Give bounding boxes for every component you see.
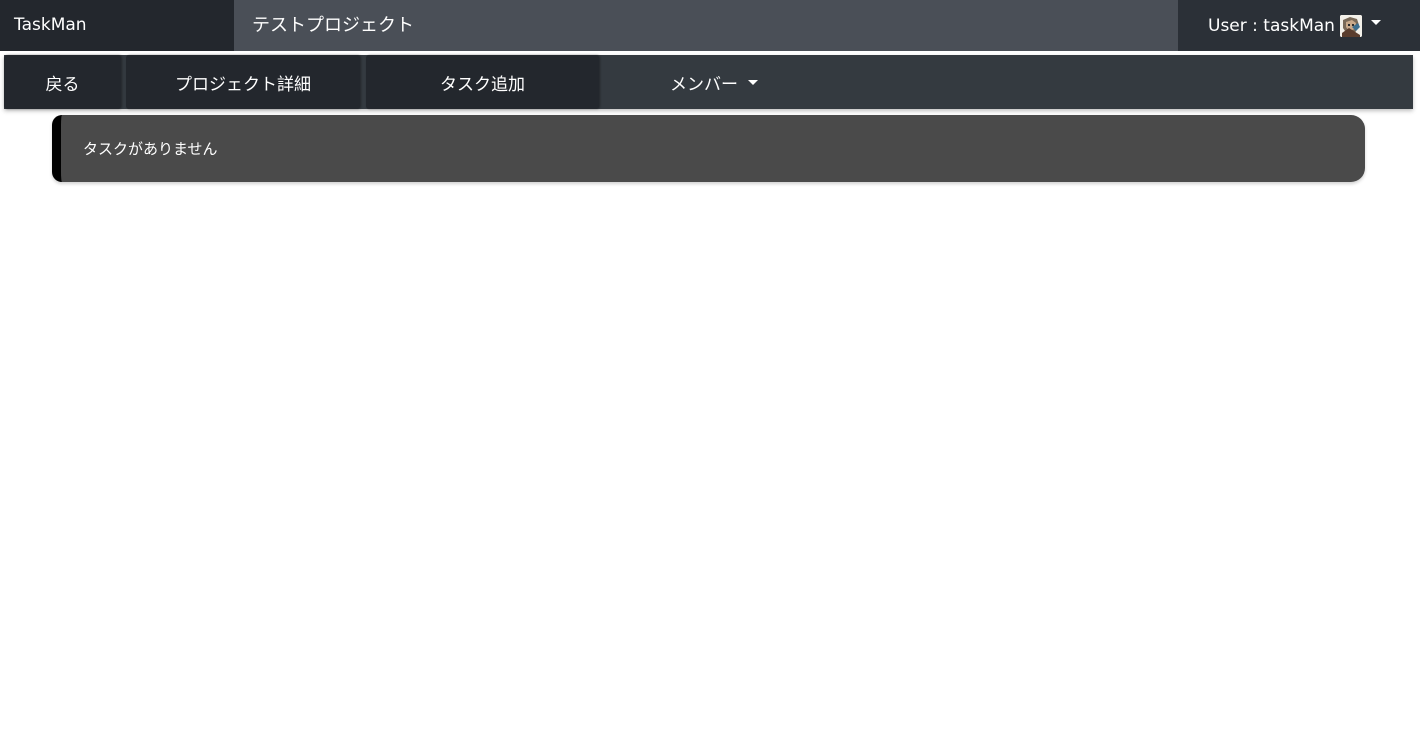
app-brand[interactable]: TaskMan — [0, 0, 234, 51]
user-menu-toggle[interactable]: User : taskMan — [1178, 0, 1420, 51]
project-detail-button[interactable]: プロジェクト詳細 — [126, 55, 360, 109]
top-navbar: TaskMan テストプロジェクト User : taskMan — [0, 0, 1420, 51]
project-subnav: 戻る プロジェクト詳細 タスク追加 メンバー — [4, 55, 1413, 109]
project-title: テストプロジェクト — [234, 0, 1178, 51]
add-task-button[interactable]: タスク追加 — [366, 55, 599, 109]
empty-task-message: タスクがありません — [83, 140, 218, 158]
caret-down-icon — [1370, 20, 1381, 25]
members-dropdown-button[interactable]: メンバー — [599, 55, 829, 109]
avatar-icon — [1339, 14, 1362, 37]
empty-task-alert: タスクがありません — [52, 115, 1365, 182]
user-label: User : taskMan — [1208, 15, 1335, 36]
back-button[interactable]: 戻る — [4, 55, 121, 109]
members-label: メンバー — [670, 74, 738, 95]
caret-down-icon — [748, 79, 758, 85]
